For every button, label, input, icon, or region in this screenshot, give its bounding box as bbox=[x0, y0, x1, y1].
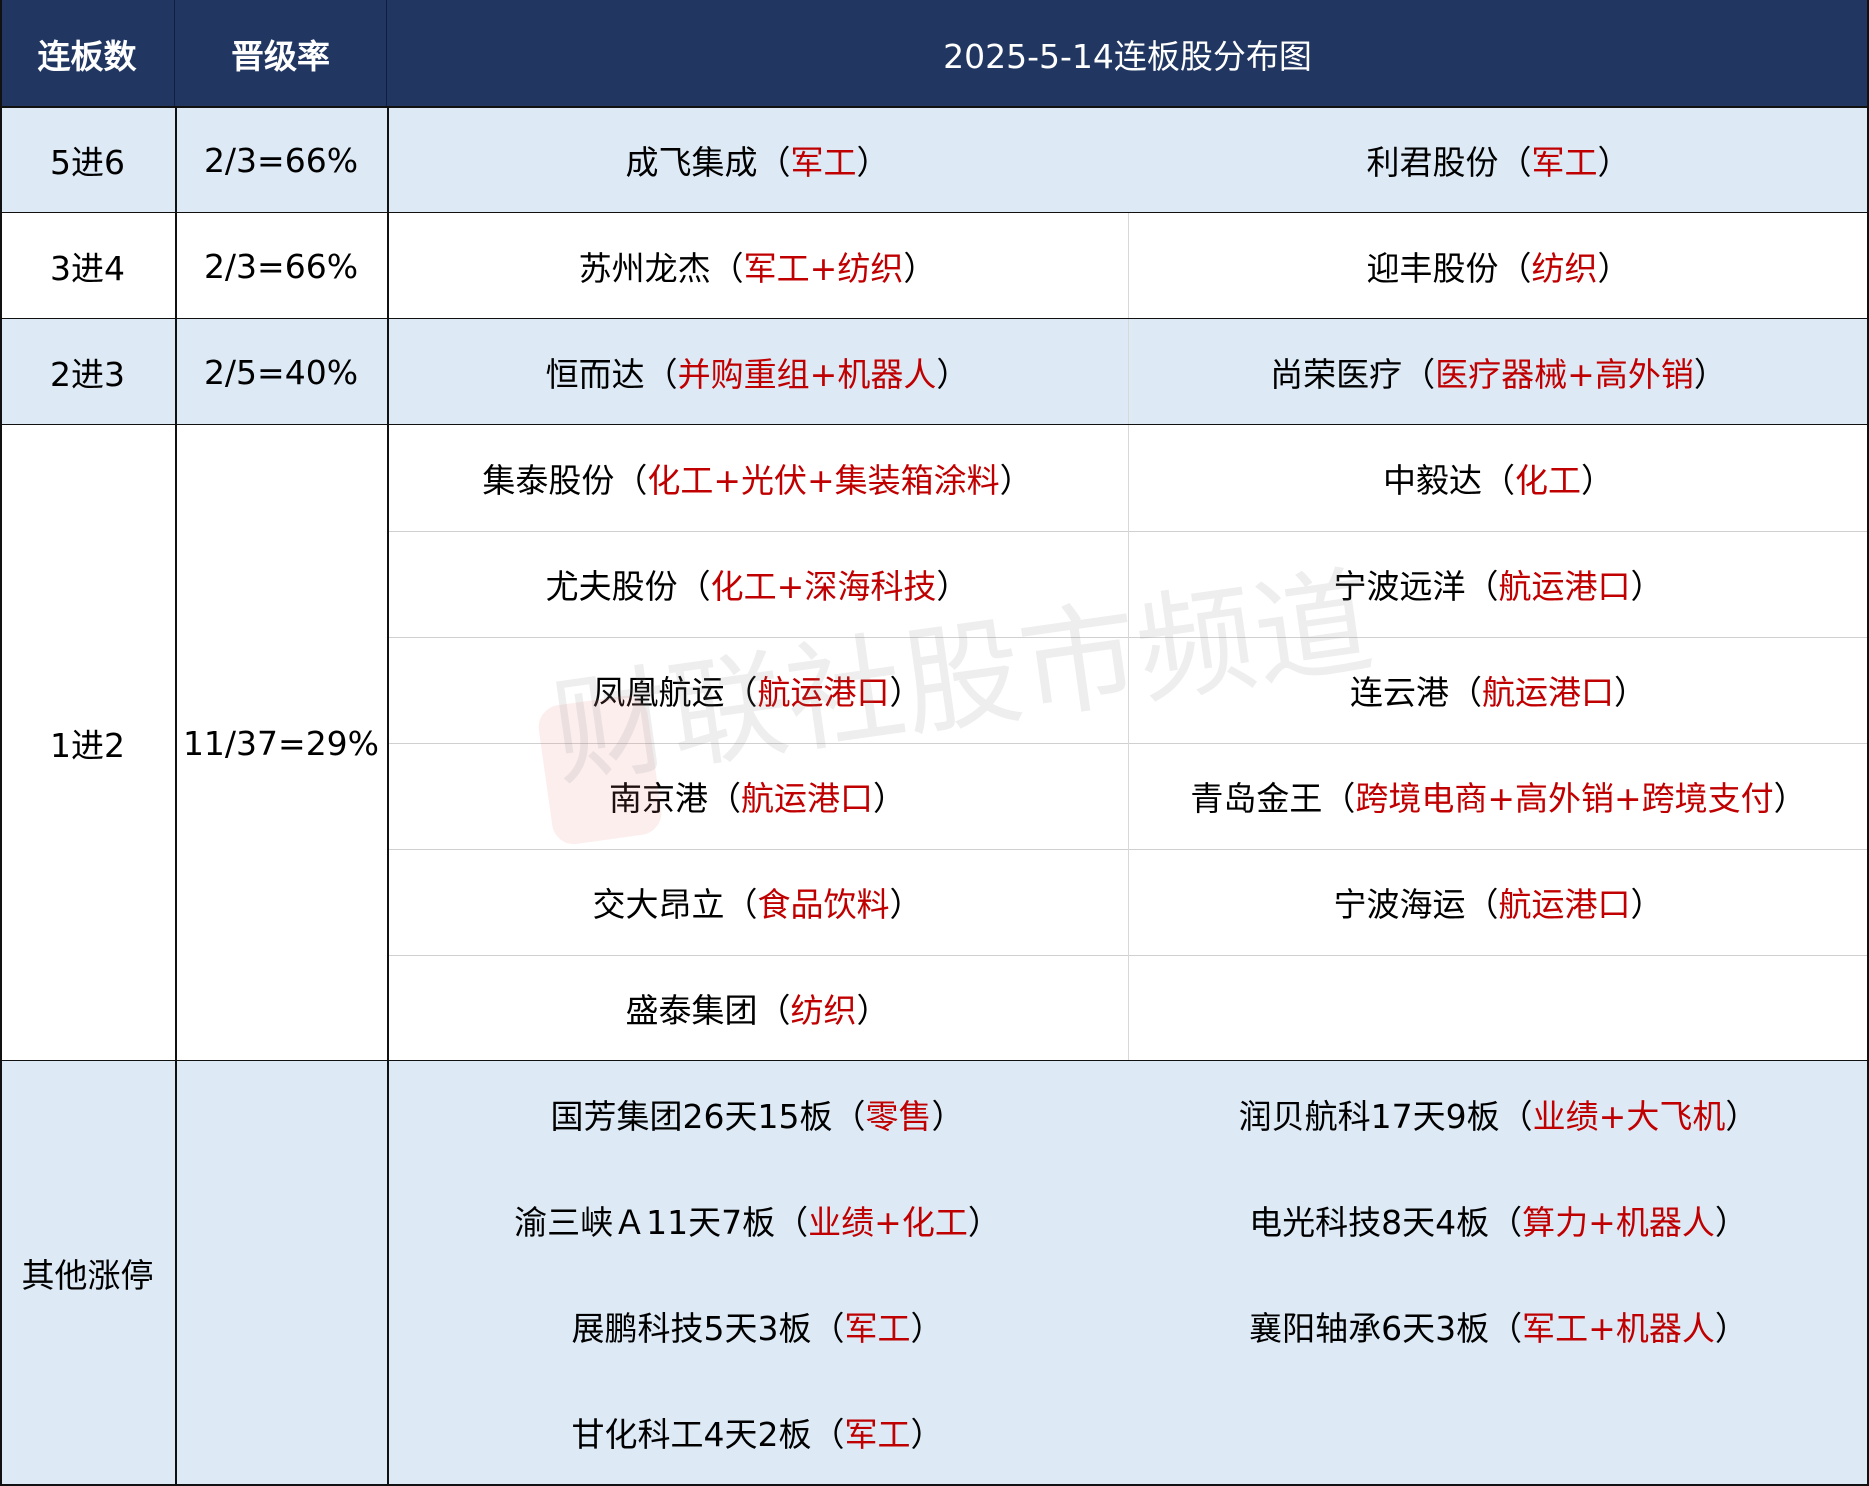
column-divider bbox=[1128, 425, 1129, 1061]
stock-name: 润贝航科17天9板 bbox=[1238, 1097, 1500, 1136]
sector-tag: 零售 bbox=[865, 1097, 932, 1136]
sector-tag: 军工 bbox=[1531, 143, 1598, 182]
sector-tag: 军工+纺织 bbox=[743, 249, 904, 288]
sector-tag: 航运港口 bbox=[1498, 885, 1631, 924]
stock-cell: 交大昂立（食品饮料） bbox=[387, 849, 1128, 955]
header-title: 2025-5-14连板股分布图 bbox=[387, 0, 1869, 107]
stock-name: 甘化科工4天2板 bbox=[571, 1415, 812, 1454]
sector-tag: 军工 bbox=[844, 1309, 911, 1348]
promotion-rate: 2/3=66% bbox=[175, 213, 387, 319]
stock-cell: 甘化科工4天2板（军工） bbox=[387, 1379, 1128, 1485]
stock-cell: 青岛金王（跨境电商+高外销+跨境支付） bbox=[1128, 743, 1869, 849]
promotion-rate: 11/37=29% bbox=[175, 425, 387, 1061]
stock-name: 南京港 bbox=[609, 779, 708, 818]
stock-cell: 展鹏科技5天3板（军工） bbox=[387, 1273, 1128, 1379]
stock-cell: 渝三峡Ａ11天7板（业绩+化工） bbox=[387, 1167, 1128, 1273]
stock-cell: 集泰股份（化工+光伏+集装箱涂料） bbox=[387, 425, 1128, 531]
column-divider bbox=[1128, 319, 1129, 425]
limit-up-distribution-table: 连板数 晋级率 2025-5-14连板股分布图 5进6 2/3=66% 成飞集成（军… bbox=[0, 0, 1869, 1486]
stock-name: 盛泰集团 bbox=[625, 991, 758, 1030]
stock-name: 成飞集成 bbox=[625, 143, 758, 182]
sector-tag: 医疗器械+高外销 bbox=[1435, 355, 1694, 394]
promotion-rate: 2/3=66% bbox=[175, 107, 387, 213]
header-board-count: 连板数 bbox=[0, 0, 175, 107]
stock-name: 尤夫股份 bbox=[545, 567, 678, 606]
stock-name: 集泰股份 bbox=[482, 461, 615, 500]
sector-tag: 化工+深海科技 bbox=[710, 567, 937, 606]
stock-cell: 南京港（航运港口） bbox=[387, 743, 1128, 849]
sector-tag: 军工 bbox=[790, 143, 857, 182]
group-label: 其他涨停 bbox=[0, 1061, 175, 1485]
stock-name: 青岛金王 bbox=[1190, 779, 1323, 818]
stock-cell: 迎丰股份（纺织） bbox=[1128, 213, 1869, 319]
stock-cell: 国芳集团26天15板（零售） bbox=[387, 1061, 1128, 1167]
stock-name: 利君股份 bbox=[1366, 143, 1499, 182]
column-divider bbox=[1128, 213, 1129, 319]
stock-cell: 利君股份（军工） bbox=[1128, 107, 1869, 213]
sector-tag: 化工+光伏+集装箱涂料 bbox=[647, 461, 1000, 500]
stock-name: 襄阳轴承6天3板 bbox=[1249, 1309, 1490, 1348]
stock-name: 凤凰航运 bbox=[592, 673, 725, 712]
table-border bbox=[0, 0, 2, 1485]
table-border bbox=[1867, 0, 1869, 1485]
stock-cell: 宁波远洋（航运港口） bbox=[1128, 531, 1869, 637]
sector-tag: 食品饮料 bbox=[757, 885, 890, 924]
stock-name: 宁波远洋 bbox=[1333, 567, 1466, 606]
sector-tag: 业绩+大飞机 bbox=[1532, 1097, 1726, 1136]
sector-tag: 航运港口 bbox=[757, 673, 890, 712]
column-border bbox=[175, 107, 177, 1485]
stock-name: 苏州龙杰 bbox=[578, 249, 711, 288]
stock-cell: 连云港（航运港口） bbox=[1128, 637, 1869, 743]
sector-tag: 纺织 bbox=[1531, 249, 1598, 288]
sector-tag: 化工 bbox=[1515, 461, 1581, 500]
stock-name: 交大昂立 bbox=[592, 885, 725, 924]
stock-cell: 凤凰航运（航运港口） bbox=[387, 637, 1128, 743]
sector-tag: 业绩+化工 bbox=[808, 1203, 968, 1242]
sector-tag: 航运港口 bbox=[741, 779, 873, 818]
sector-tag: 航运港口 bbox=[1498, 567, 1631, 606]
stock-cell: 中毅达（化工） bbox=[1128, 425, 1869, 531]
column-border bbox=[387, 107, 389, 1485]
stock-cell: 润贝航科17天9板（业绩+大飞机） bbox=[1128, 1061, 1869, 1167]
group-label: 5进6 bbox=[0, 107, 175, 213]
group-label: 3进4 bbox=[0, 213, 175, 319]
stock-cell: 盛泰集团（纺织） bbox=[387, 955, 1128, 1061]
stock-name: 展鹏科技5天3板 bbox=[571, 1309, 812, 1348]
sector-tag: 军工+机器人 bbox=[1522, 1309, 1715, 1348]
stock-cell: 电光科技8天4板（算力+机器人） bbox=[1128, 1167, 1869, 1273]
stock-name: 迎丰股份 bbox=[1366, 249, 1499, 288]
stock-name: 尚荣医疗 bbox=[1270, 355, 1403, 394]
stock-name: 连云港 bbox=[1350, 673, 1449, 712]
group-label: 1进2 bbox=[0, 425, 175, 1061]
sector-tag: 纺织 bbox=[790, 991, 857, 1030]
stock-name: 渝三峡Ａ11天7板 bbox=[514, 1203, 776, 1242]
stock-name: 恒而达 bbox=[545, 355, 645, 394]
promotion-rate bbox=[175, 1061, 387, 1485]
header-border bbox=[0, 106, 1869, 108]
stock-cell: 襄阳轴承6天3板（军工+机器人） bbox=[1128, 1273, 1869, 1379]
sector-tag: 跨境电商+高外销+跨境支付 bbox=[1355, 779, 1774, 818]
stock-cell: 尚荣医疗（医疗器械+高外销） bbox=[1128, 319, 1869, 425]
stock-name: 宁波海运 bbox=[1333, 885, 1466, 924]
stock-name: 电光科技8天4板 bbox=[1249, 1203, 1490, 1242]
stock-cell: 苏州龙杰（军工+纺织） bbox=[387, 213, 1128, 319]
stock-cell: 尤夫股份（化工+深海科技） bbox=[387, 531, 1128, 637]
stock-name: 中毅达 bbox=[1383, 461, 1482, 500]
stock-cell: 成飞集成（军工） bbox=[387, 107, 1128, 213]
group-label: 2进3 bbox=[0, 319, 175, 425]
sector-tag: 算力+机器人 bbox=[1522, 1203, 1715, 1242]
sector-tag: 并购重组+机器人 bbox=[677, 355, 937, 394]
sector-tag: 军工 bbox=[844, 1415, 911, 1454]
sector-tag: 航运港口 bbox=[1482, 673, 1614, 712]
promotion-rate: 2/5=40% bbox=[175, 319, 387, 425]
header-promotion-rate: 晋级率 bbox=[175, 0, 387, 107]
stock-name: 国芳集团26天15板 bbox=[550, 1097, 833, 1136]
stock-cell: 恒而达（并购重组+机器人） bbox=[387, 319, 1128, 425]
stock-cell: 宁波海运（航运港口） bbox=[1128, 849, 1869, 955]
